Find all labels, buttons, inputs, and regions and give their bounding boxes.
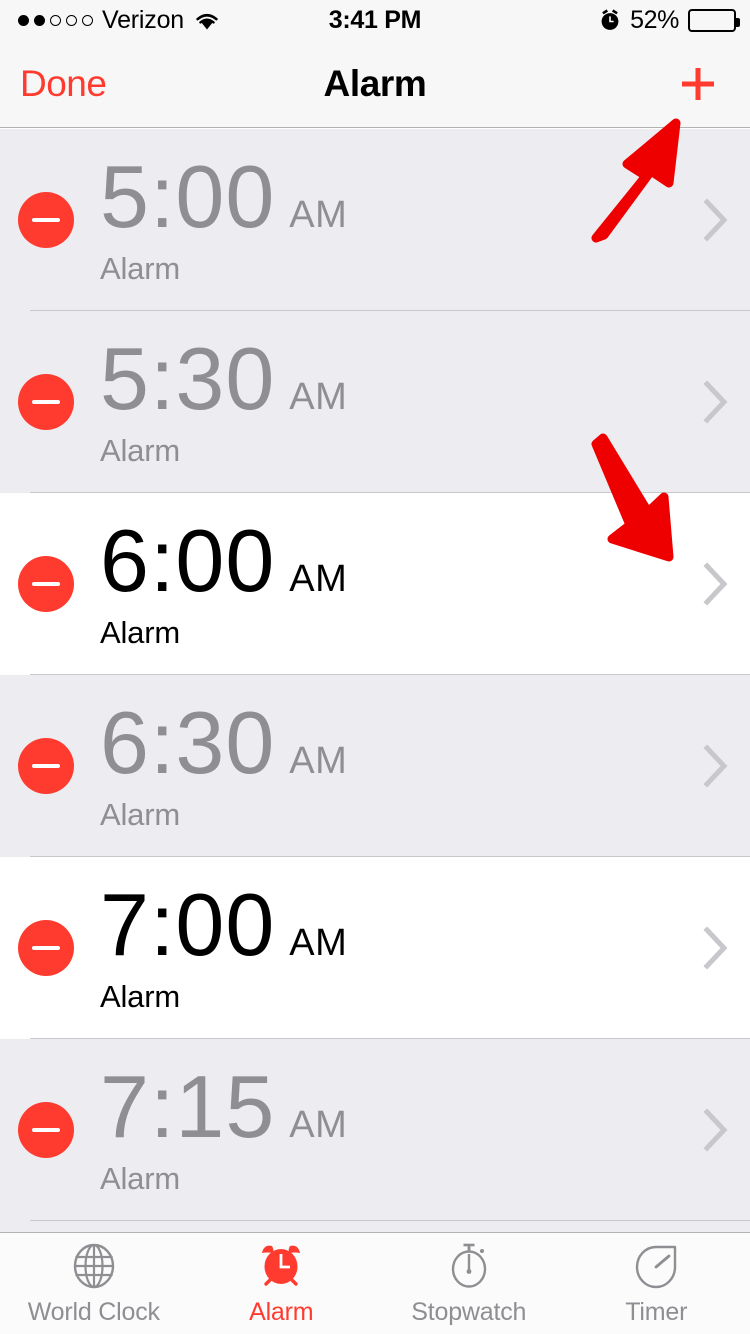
alarm-time-line: 7:15 AM <box>100 1057 348 1156</box>
delete-alarm-button[interactable] <box>18 1102 74 1158</box>
alarm-time-line: 6:30 AM <box>100 693 348 792</box>
delete-alarm-button[interactable] <box>18 920 74 976</box>
minus-circle-icon <box>32 582 60 586</box>
alarm-time: 7:00 <box>100 875 276 974</box>
alarm-period: AM <box>289 194 348 236</box>
alarm-time: 5:30 <box>100 329 276 428</box>
alarm-row-text: 6:30 AM Alarm <box>100 693 348 833</box>
alarm-label: Alarm <box>100 978 180 1014</box>
chevron-right-icon[interactable] <box>700 378 730 426</box>
alarm-period: AM <box>289 558 348 600</box>
alarm-time: 7:15 <box>100 1057 276 1156</box>
minus-circle-icon <box>32 1128 60 1132</box>
alarm-period: AM <box>289 922 348 964</box>
minus-circle-icon <box>32 218 60 222</box>
alarm-clock-icon <box>599 8 621 32</box>
alarm-time-line: 5:00 AM <box>100 147 348 246</box>
alarm-row-text: 7:15 AM Alarm <box>100 1057 348 1197</box>
tab-stopwatch[interactable]: Stopwatch <box>375 1233 563 1334</box>
alarm-time: 6:00 <box>100 511 276 610</box>
chevron-right-icon[interactable] <box>700 560 730 608</box>
tab-timer[interactable]: Timer <box>563 1233 750 1334</box>
alarm-period: AM <box>289 740 348 782</box>
chevron-right-icon[interactable] <box>700 742 730 790</box>
delete-alarm-button[interactable] <box>18 556 74 612</box>
tab-alarm[interactable]: Alarm <box>188 1233 376 1334</box>
globe-icon <box>68 1240 120 1292</box>
alarm-row-text: 7:00 AM Alarm <box>100 875 348 1015</box>
alarm-label: Alarm <box>100 250 180 286</box>
add-alarm-button[interactable] <box>670 56 726 112</box>
battery-icon <box>688 8 740 32</box>
alarm-period: AM <box>289 376 348 418</box>
tab-label: Stopwatch <box>411 1298 527 1326</box>
alarm-time-line: 7:00 AM <box>100 875 348 974</box>
row-separator <box>30 1220 750 1221</box>
alarm-row-text: 5:30 AM Alarm <box>100 329 348 469</box>
alarm-label: Alarm <box>100 1160 180 1196</box>
alarm-label: Alarm <box>100 614 180 650</box>
tab-label: World Clock <box>27 1298 160 1326</box>
alarm-row[interactable]: 7:00 AM Alarm <box>0 857 750 1039</box>
minus-circle-icon <box>32 764 60 768</box>
tab-bar: World Clock Alarm Stopwatch Timer <box>0 1232 750 1334</box>
alarm-row[interactable]: 6:00 AM Alarm <box>0 493 750 675</box>
timer-icon <box>630 1240 682 1292</box>
status-bar: Verizon 3:41 PM 52% <box>0 0 750 40</box>
alarm-time-line: 5:30 AM <box>100 329 348 428</box>
alarm-clock-icon <box>255 1240 307 1292</box>
minus-circle-icon <box>32 400 60 404</box>
iphone-screen: Verizon 3:41 PM 52% Done Alarm 5:00 AM A… <box>0 0 750 1334</box>
alarm-time: 5:00 <box>100 147 276 246</box>
chevron-right-icon[interactable] <box>700 196 730 244</box>
alarm-period: AM <box>289 1104 348 1146</box>
alarm-time: 6:30 <box>100 693 276 792</box>
alarm-row-text: 6:00 AM Alarm <box>100 511 348 651</box>
page-title: Alarm <box>323 62 427 104</box>
alarm-row[interactable]: 5:30 AM Alarm <box>0 311 750 493</box>
alarm-row[interactable]: 5:00 AM Alarm <box>0 129 750 311</box>
chevron-right-icon[interactable] <box>700 1106 730 1154</box>
stopwatch-icon <box>443 1240 495 1292</box>
alarm-row[interactable]: 6:30 AM Alarm <box>0 675 750 857</box>
alarm-row[interactable]: 7:15 AM Alarm <box>0 1039 750 1221</box>
alarm-label: Alarm <box>100 796 180 832</box>
battery-percentage: 52% <box>630 5 679 34</box>
alarm-row-text: 5:00 AM Alarm <box>100 147 348 287</box>
delete-alarm-button[interactable] <box>18 374 74 430</box>
tab-label: Timer <box>625 1298 688 1326</box>
navigation-bar: Done Alarm <box>0 40 750 128</box>
alarm-time-line: 6:00 AM <box>100 511 348 610</box>
chevron-right-icon[interactable] <box>700 924 730 972</box>
status-bar-right: 52% <box>599 0 740 40</box>
alarm-list[interactable]: 5:00 AM Alarm 5:30 AM Alarm 6:00 AM Alarm 6:30 AM A… <box>0 129 750 1232</box>
tab-label: Alarm <box>249 1298 314 1326</box>
alarm-label: Alarm <box>100 432 180 468</box>
minus-circle-icon <box>32 946 60 950</box>
plus-icon <box>682 67 714 100</box>
delete-alarm-button[interactable] <box>18 192 74 248</box>
delete-alarm-button[interactable] <box>18 738 74 794</box>
tab-world-clock[interactable]: World Clock <box>0 1233 188 1334</box>
